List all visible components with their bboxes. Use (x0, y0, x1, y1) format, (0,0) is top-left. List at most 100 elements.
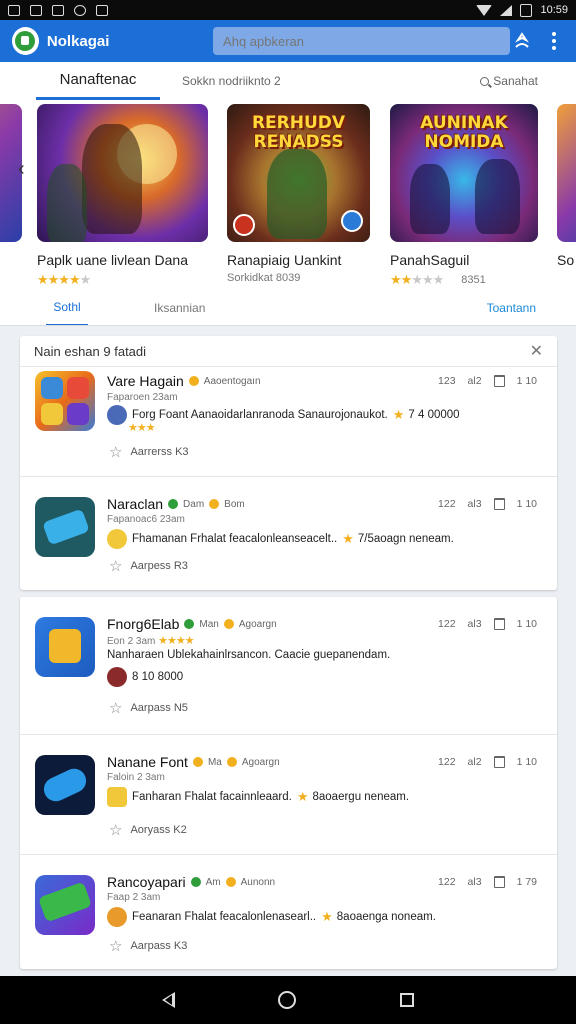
favorite-label: Aarpass N5 (130, 702, 188, 714)
verified-badge-icon (168, 499, 179, 509)
carousel-card[interactable]: Paplk uane livlean Dana ★★★★★ (37, 104, 208, 288)
recents-icon[interactable] (400, 993, 415, 1007)
verified-badge-icon (190, 877, 201, 887)
app-tag-secondary: Agoargn (241, 756, 280, 768)
crown-icon (226, 757, 237, 767)
carousel-card[interactable]: RERHUDV RENADSS Ranapiaig Uankint Sorkid… (227, 104, 370, 284)
signal-icon (500, 4, 513, 16)
list-item[interactable]: Rancoyapari Am Aunonn Faap 2 3am Feanara… (20, 854, 557, 968)
app-description-extra: 8 10 8000 (132, 671, 184, 683)
game-art: RERHUDV RENADSS (227, 104, 370, 242)
subtab-right[interactable]: Toantann (487, 301, 536, 315)
close-icon[interactable]: ✕ (530, 341, 543, 361)
rating-star-icon: ★ (392, 407, 405, 422)
app-title: Naraclan (107, 496, 164, 512)
account-icon[interactable] (510, 28, 535, 54)
subtab-active[interactable]: Sothl (46, 290, 88, 325)
app-subtitle: Faap 2 3am (107, 892, 161, 903)
app-description: Nanharaen Ublekahainlrsancon. Caacie gue… (107, 649, 391, 661)
app-icon[interactable] (35, 617, 95, 677)
favorite-label: Aoryass K2 (130, 824, 187, 836)
carousel-subtabs: Sothl Iksannian Toantann (0, 290, 576, 325)
stat-count: 122 (438, 756, 456, 768)
app-logo-icon[interactable] (12, 27, 39, 55)
game-meta: Sorkidkat 8039 (227, 272, 301, 284)
trash-icon[interactable] (493, 618, 505, 630)
crown-icon (223, 619, 234, 629)
tab-search[interactable]: Sanahat (480, 74, 538, 88)
trash-icon[interactable] (493, 876, 505, 888)
search-input[interactable] (213, 27, 510, 55)
trash-icon[interactable] (493, 756, 505, 768)
favorite-button[interactable]: ☆ Aoryass K2 (109, 821, 187, 839)
stat-count: 123 (438, 375, 456, 387)
game-name: Ranapiaig Uankint (227, 252, 342, 268)
favorite-button[interactable]: ☆ Aarrerss K3 (109, 443, 189, 461)
app-icon[interactable] (35, 371, 95, 431)
app-description: Fhamanan Frhalat feacalonleanseacelt.. (132, 533, 338, 545)
app-title: Rancoyapari (107, 874, 186, 890)
developer-avatar (107, 405, 127, 425)
app-tag: Dam (183, 498, 205, 510)
stat-value: 1 10 (516, 756, 537, 768)
favorite-button[interactable]: ☆ Aarpass N5 (109, 699, 188, 717)
panel-header: Nain eshan 9 fatadi ✕ (20, 336, 557, 366)
list-item[interactable]: Naraclan Dam Bom Fapanoac6 23am Fhamanan… (20, 476, 557, 590)
app-stats: 122 al3 1 10 (438, 498, 537, 510)
app-tag: Ma (207, 756, 222, 768)
stat-count: 122 (438, 876, 456, 888)
app-list-panel: Fnorg6Elab Man Agoargn Eon 2 3am ★★★★ Na… (20, 597, 557, 969)
tab-secondary[interactable]: Sokkn nodriiknto 2 (182, 74, 281, 88)
app-title: Nanane Font (107, 754, 188, 770)
app-bar: Nolkagai (0, 20, 576, 62)
sync-icon (74, 4, 86, 16)
rating-star-icon: ★ (342, 531, 354, 546)
favorite-button[interactable]: ☆ Aarpess R3 (109, 557, 188, 575)
app-icon[interactable] (35, 755, 95, 815)
developer-avatar (107, 907, 127, 927)
app-subtitle: Faparoen 23am (107, 392, 178, 403)
list-item[interactable]: Vare Hagain Aaoentogaın Faparoen 23am Fo… (20, 366, 557, 476)
app-subtitle: Fapanoac6 23am (107, 514, 185, 525)
crown-icon (209, 499, 220, 509)
subtab-second[interactable]: Iksannian (154, 301, 205, 315)
app-icon[interactable] (35, 497, 95, 557)
app-list-panel: Nain eshan 9 fatadi ✕ Vare Hagain Aaoent… (20, 336, 557, 590)
tab-search-label: Sanahat (493, 74, 538, 88)
carousel-card-partial-right[interactable]: So (557, 104, 576, 268)
stat-value: 1 10 (516, 375, 537, 387)
stat-label: al3 (467, 876, 482, 888)
list-item[interactable]: Fnorg6Elab Man Agoargn Eon 2 3am ★★★★ Na… (20, 597, 557, 734)
list-item[interactable]: Nanane Font Ma Agoargn Faloin 2 3am Fanh… (20, 734, 557, 854)
favorite-label: Aarpass K3 (130, 940, 188, 952)
app-description-extra: 8aoaergu neneam. (312, 791, 410, 803)
verified-badge-icon (192, 757, 203, 767)
star-outline-icon: ☆ (109, 558, 123, 575)
trash-icon[interactable] (493, 498, 505, 510)
more-vert-icon[interactable] (545, 32, 564, 50)
stat-label: al2 (467, 756, 482, 768)
back-icon[interactable] (161, 992, 175, 1008)
game-meta: 8351 (461, 274, 486, 286)
stat-label: al3 (467, 498, 482, 510)
home-icon[interactable] (278, 991, 297, 1009)
stat-value: 1 79 (516, 876, 537, 888)
chevron-left-icon[interactable]: ‹ (18, 158, 25, 181)
search-icon (480, 76, 490, 86)
carousel-card[interactable]: AUNINAK NOMIDA PanahSaguil ★★★★★ 8351 (390, 104, 538, 288)
developer-avatar (107, 529, 127, 549)
app-description: Fanharan Fhalat facainnleaard. (132, 791, 292, 803)
app-tag-secondary: Agoargn (238, 618, 277, 630)
verified-badge-icon (188, 376, 199, 386)
game-name: So (557, 252, 575, 268)
tab-main[interactable]: Nanaftenac (36, 62, 160, 100)
app-stats: 123 al2 1 10 (438, 375, 537, 387)
stat-label: al3 (467, 618, 482, 630)
favorite-button[interactable]: ☆ Aarpass K3 (109, 937, 187, 955)
top-tabs: Nanaftenac Sokkn nodriiknto 2 Sanahat (0, 62, 576, 100)
app-description-extra: 7/5aoagn neneam. (357, 533, 454, 545)
featured-carousel[interactable]: ‹ Paplk uane livlean Dana ★★★★★ RERHUDV … (0, 100, 576, 326)
app-icon[interactable] (35, 875, 95, 935)
trash-icon[interactable] (493, 375, 505, 387)
app-title: Vare Hagain (107, 373, 184, 389)
